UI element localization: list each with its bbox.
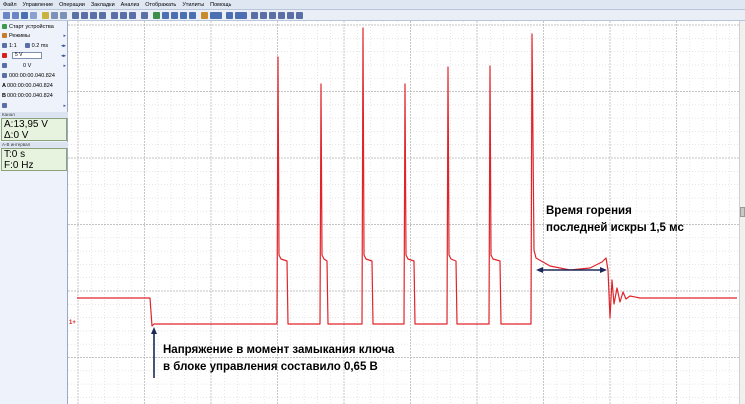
tile-icon[interactable] (260, 12, 267, 19)
burn-annotation-line2: последней искры 1,5 мс (546, 222, 684, 234)
burn-time-annotation: Время горения последней искры 1,5 мс (546, 203, 684, 237)
modes-icon (2, 33, 7, 38)
closing-annotation-line1: Напряжение в момент замыкания ключа (163, 344, 395, 356)
chevron-right-icon: ▸ (63, 32, 66, 39)
menu-item-1[interactable]: Управление (23, 2, 54, 8)
time-per-div-value: 0.2 ms (31, 42, 49, 49)
start-device-item[interactable]: Старт устройства (0, 22, 68, 31)
timebase-icon (2, 43, 7, 48)
modes-item[interactable]: Режимы ▸ (0, 31, 68, 40)
closing-voltage-annotation: Напряжение в момент замыкания ключа в бл… (163, 342, 394, 376)
vertical-scrollbar[interactable] (739, 21, 745, 404)
scope-icon[interactable] (180, 12, 187, 19)
menu-item-2[interactable]: Операции (59, 2, 85, 8)
folder-icon[interactable] (42, 12, 49, 19)
trigger-row[interactable]: 0 V ▸ (0, 61, 68, 70)
zoom-icon[interactable] (72, 12, 79, 19)
clock-icon (24, 43, 30, 48)
check-icon[interactable] (153, 12, 160, 19)
time-a-row[interactable]: 000:00:00.040.824 (0, 71, 68, 80)
marker-icon[interactable] (129, 12, 136, 19)
control-panel: Старт устройства Режимы ▸ 1:1 0.2 ms ◂▸ … (0, 21, 68, 404)
closing-voltage-arrow-head (151, 327, 157, 334)
start-device-label: Старт устройства (9, 23, 54, 30)
tool-icon (2, 103, 7, 108)
burn-time-arrow-left (536, 267, 543, 273)
cursor-a-time: 000:00:00.040.824 (6, 82, 53, 89)
time-icon (2, 73, 7, 78)
cursor-a-label: A (2, 82, 6, 89)
view-dropdown[interactable] (210, 12, 222, 19)
a-voltage-value: A:13,95 V (4, 119, 48, 130)
chevron-right-icon: ◂▸ (60, 52, 66, 59)
voltage-readout: A:13,95 V Δ:0 V (1, 118, 67, 141)
cursor-b-time: 000:00:00.040.824 (6, 92, 53, 99)
split-icon[interactable] (278, 12, 285, 19)
channel-1-icon (2, 53, 7, 58)
frequency-value: F:0 Hz (4, 160, 34, 171)
cursor-b-label: B (2, 92, 6, 99)
open-file-icon[interactable] (12, 12, 19, 19)
timebase-row[interactable]: 1:1 0.2 ms ◂▸ (0, 41, 68, 50)
paste-icon[interactable] (60, 12, 67, 19)
cursor-a-row[interactable]: A 000:00:00.040.824 (0, 81, 68, 90)
time-a-value: 000:00:00.040.824 (9, 72, 55, 79)
chevron-right-icon: ▸ (63, 62, 66, 69)
expand-icon[interactable] (162, 12, 169, 19)
fit-icon[interactable] (90, 12, 97, 19)
print-icon[interactable] (30, 12, 37, 19)
save-icon[interactable] (21, 12, 28, 19)
signal-trace (77, 27, 737, 327)
chart-icon[interactable] (189, 12, 196, 19)
channel-scale-value: 5 V (15, 52, 23, 58)
play-icon (2, 24, 7, 29)
modes-label: Режимы (9, 32, 30, 39)
new-file-icon[interactable] (3, 12, 10, 19)
channel-scale-row[interactable]: 5 V ◂▸ (0, 51, 68, 60)
channel-scale-input[interactable]: 5 V (12, 52, 42, 59)
menu-item-6[interactable]: Утилиты (182, 2, 204, 8)
toolbar (0, 10, 745, 21)
collapse-icon[interactable] (171, 12, 178, 19)
grid-icon[interactable] (111, 12, 118, 19)
window-icon[interactable] (251, 12, 258, 19)
channel-1-marker[interactable]: 1+ (69, 320, 76, 326)
menu-item-7[interactable]: Помощь (210, 2, 231, 8)
burn-annotation-line1: Время горения (546, 205, 632, 217)
closing-annotation-line2: в блоке управления составило 0,65 В (163, 361, 378, 373)
timebase-value: 1:1 (9, 42, 17, 49)
channel-icon[interactable] (141, 12, 148, 19)
burn-time-arrow-right (600, 267, 607, 273)
zoom-out-icon[interactable] (81, 12, 88, 19)
chevron-right-icon: ▸ (63, 102, 66, 109)
menu-item-4[interactable]: Анализ (121, 2, 140, 8)
copy-icon[interactable] (51, 12, 58, 19)
measure-icon[interactable] (99, 12, 106, 19)
delta-voltage-value: Δ:0 V (4, 130, 29, 141)
period-value: T:0 s (4, 149, 26, 160)
panel-icon[interactable] (287, 12, 294, 19)
extra-row[interactable]: ▸ (0, 101, 68, 110)
chevron-right-icon: ◂▸ (60, 42, 66, 49)
cascade-icon[interactable] (269, 12, 276, 19)
trigger-icon (2, 63, 7, 68)
cursor-b-row[interactable]: B 000:00:00.040.824 (0, 91, 68, 100)
menu-item-5[interactable]: Отображать (145, 2, 176, 8)
color-icon[interactable] (201, 12, 208, 19)
scrollbar-thumb[interactable] (740, 207, 745, 217)
layout-icon[interactable] (226, 12, 233, 19)
layout-dropdown[interactable] (235, 12, 247, 19)
interval-readout: T:0 s F:0 Hz (1, 148, 67, 171)
menu-item-3[interactable]: Закладки (91, 2, 115, 8)
menu-bar: Файл Управление Операции Закладки Анализ Отоб… (0, 0, 745, 10)
cursor-icon[interactable] (120, 12, 127, 19)
trigger-level-value: 0 V (23, 62, 32, 69)
menu-item-0[interactable]: Файл (3, 2, 17, 8)
settings-icon[interactable] (296, 12, 303, 19)
